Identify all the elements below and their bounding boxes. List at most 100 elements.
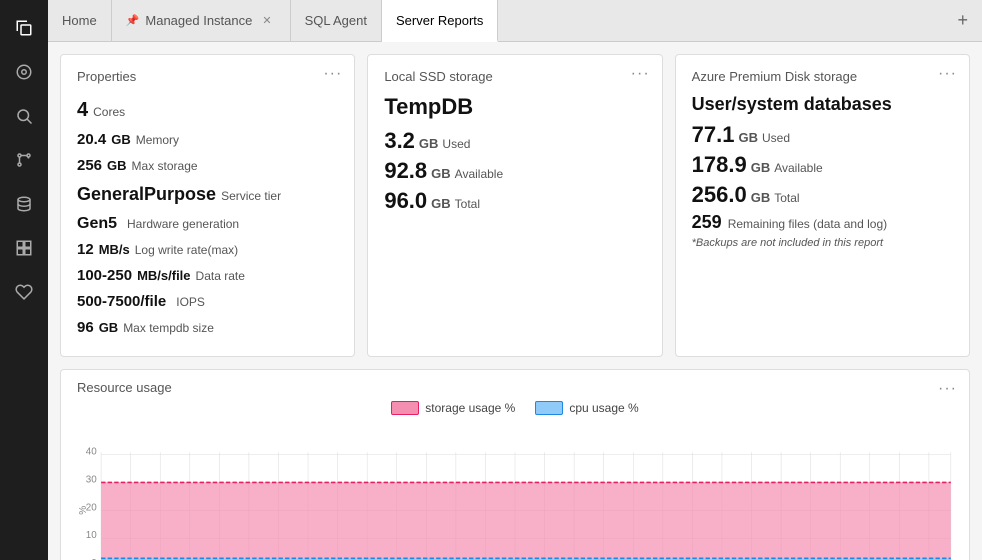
prop-iops: 500-7500/file IOPS — [77, 290, 338, 314]
max-storage-label: Max storage — [132, 157, 198, 176]
ssd-avail-value: 92.8 — [384, 158, 427, 184]
legend-storage-label: storage usage % — [425, 401, 515, 415]
properties-title: Properties — [77, 69, 338, 84]
resource-usage-menu[interactable]: ··· — [938, 380, 957, 398]
azure-note: *Backups are not included in this report — [692, 237, 953, 249]
ssd-used-label: Used — [442, 137, 470, 151]
azure-total-label: Total — [774, 191, 799, 205]
prop-log-write: 12 MB/s Log write rate(max) — [77, 238, 338, 262]
tab-managed-instance-label: Managed Instance — [145, 13, 252, 28]
legend-storage: storage usage % — [391, 401, 515, 415]
database-icon[interactable] — [4, 184, 44, 224]
azure-avail-value: 178.9 — [692, 152, 747, 178]
prop-service-tier: GeneralPurpose Service tier — [77, 180, 338, 209]
ssd-total-unit: GB — [431, 196, 451, 211]
copy-icon[interactable] — [4, 8, 44, 48]
ssd-total-row: 96.0 GB Total — [384, 188, 645, 214]
cores-label: Cores — [93, 103, 125, 122]
cpu-swatch — [535, 401, 563, 415]
local-ssd-heading: TempDB — [384, 94, 645, 120]
azure-used-row: 77.1 GB Used — [692, 122, 953, 148]
tab-home[interactable]: Home — [48, 0, 112, 41]
tab-managed-instance-close[interactable]: ✕ — [258, 12, 275, 29]
service-tier-label: Service tier — [221, 187, 281, 206]
prop-max-storage: 256 GB Max storage — [77, 154, 338, 178]
ssd-avail-label: Available — [455, 167, 503, 181]
tab-sql-agent-label: SQL Agent — [305, 13, 367, 28]
memory-value: 20.4 — [77, 128, 106, 152]
memory-label: Memory — [136, 131, 179, 150]
main-area: Home 📌 Managed Instance ✕ SQL Agent Serv… — [48, 0, 982, 560]
azure-files-row: 259 Remaining files (data and log) — [692, 212, 953, 233]
azure-used-value: 77.1 — [692, 122, 735, 148]
branch-icon[interactable] — [4, 140, 44, 180]
ssd-used-unit: GB — [419, 136, 439, 151]
chart-container: 0 10 20 30 40 % — [77, 421, 953, 560]
properties-menu[interactable]: ··· — [323, 65, 342, 83]
log-write-unit: MB/s — [99, 240, 130, 261]
azure-used-unit: GB — [738, 130, 758, 145]
azure-disk-heading: User/system databases — [692, 94, 953, 116]
memory-unit: GB — [111, 130, 131, 151]
azure-files-label: Remaining files (data and log) — [728, 217, 887, 231]
azure-disk-card: Azure Premium Disk storage ··· User/syst… — [675, 54, 970, 357]
hw-gen-label: Hardware generation — [127, 215, 239, 234]
tab-server-reports[interactable]: Server Reports — [382, 0, 498, 42]
tab-bar: Home 📌 Managed Instance ✕ SQL Agent Serv… — [48, 0, 982, 42]
tempdb-unit: GB — [99, 318, 119, 339]
chart-legend: storage usage % cpu usage % — [77, 401, 953, 415]
svg-text:10: 10 — [86, 531, 97, 542]
azure-files-value: 259 — [692, 212, 722, 233]
prop-memory: 20.4 GB Memory — [77, 128, 338, 152]
cores-value: 4 — [77, 94, 88, 126]
svg-text:40: 40 — [86, 447, 97, 458]
svg-text:%: % — [78, 506, 89, 515]
resource-usage-chart: 0 10 20 30 40 % — [77, 421, 953, 560]
grid-icon[interactable] — [4, 228, 44, 268]
storage-swatch — [391, 401, 419, 415]
data-rate-unit: MB/s/file — [137, 266, 190, 287]
tempdb-value: 96 — [77, 316, 94, 340]
azure-total-row: 256.0 GB Total — [692, 182, 953, 208]
data-rate-label: Data rate — [196, 267, 245, 286]
azure-used-label: Used — [762, 131, 790, 145]
local-ssd-menu[interactable]: ··· — [631, 65, 650, 83]
prop-cores: 4 Cores — [77, 94, 338, 126]
local-ssd-title: Local SSD storage — [384, 69, 645, 84]
tab-server-reports-label: Server Reports — [396, 13, 483, 28]
search-icon[interactable] — [4, 96, 44, 136]
ssd-total-label: Total — [455, 197, 480, 211]
ssd-avail-unit: GB — [431, 166, 451, 181]
hw-gen-value: Gen5 — [77, 211, 117, 237]
data-rate-value: 100-250 — [77, 264, 132, 288]
azure-disk-menu[interactable]: ··· — [938, 65, 957, 83]
azure-avail-label: Available — [774, 161, 822, 175]
azure-avail-unit: GB — [751, 160, 771, 175]
azure-avail-row: 178.9 GB Available — [692, 152, 953, 178]
tab-add-button[interactable]: + — [943, 0, 982, 41]
properties-card: Properties ··· 4 Cores 20.4 GB Memory 25… — [60, 54, 355, 357]
dashboard-icon[interactable] — [4, 52, 44, 92]
cards-row: Properties ··· 4 Cores 20.4 GB Memory 25… — [60, 54, 970, 357]
tab-sql-agent[interactable]: SQL Agent — [291, 0, 382, 41]
tab-home-label: Home — [62, 13, 97, 28]
iops-label: IOPS — [176, 293, 205, 312]
health-icon[interactable] — [4, 272, 44, 312]
service-tier-value: GeneralPurpose — [77, 180, 216, 209]
tab-managed-instance[interactable]: 📌 Managed Instance ✕ — [112, 0, 291, 41]
prop-tempdb: 96 GB Max tempdb size — [77, 316, 338, 340]
max-storage-value: 256 — [77, 154, 102, 178]
iops-value: 500-7500/file — [77, 290, 166, 314]
sidebar — [0, 0, 48, 560]
resource-usage-title: Resource usage — [77, 380, 953, 395]
max-storage-unit: GB — [107, 156, 127, 177]
ssd-avail-row: 92.8 GB Available — [384, 158, 645, 184]
legend-cpu-label: cpu usage % — [569, 401, 638, 415]
prop-data-rate: 100-250 MB/s/file Data rate — [77, 264, 338, 288]
azure-disk-title: Azure Premium Disk storage — [692, 69, 953, 84]
svg-text:30: 30 — [86, 475, 97, 486]
resource-usage-card: ··· Resource usage storage usage % cpu u… — [60, 369, 970, 560]
log-write-value: 12 — [77, 238, 94, 262]
pin-icon: 📌 — [126, 14, 140, 27]
ssd-total-value: 96.0 — [384, 188, 427, 214]
